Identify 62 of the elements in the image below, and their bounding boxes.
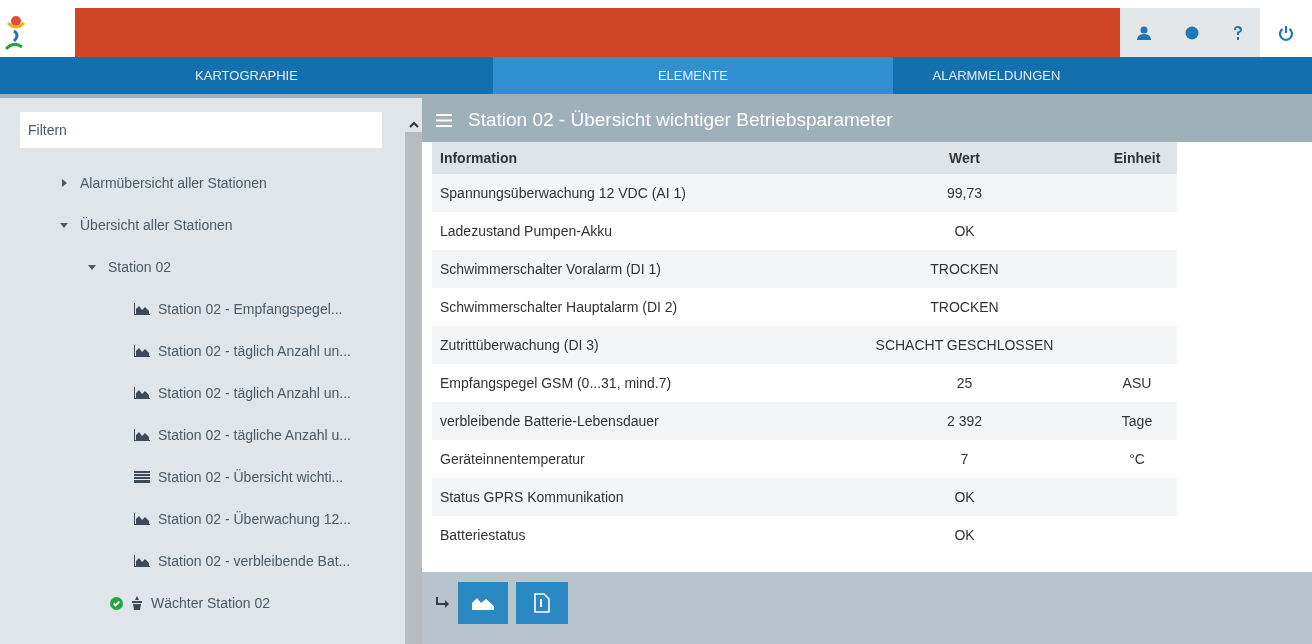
column-header: Einheit	[1097, 142, 1177, 174]
table-cell: OK	[954, 488, 975, 505]
scroll-up-icon[interactable]	[408, 120, 419, 128]
scrollbar-thumb[interactable]	[405, 132, 422, 644]
table-cell: 2 392	[946, 412, 982, 429]
area-chart-icon	[134, 387, 150, 399]
tree-item[interactable]: Station 02 - verbleibende Bat...	[158, 550, 351, 572]
table-cell: 7	[960, 450, 969, 467]
area-chart-icon	[134, 513, 150, 525]
table-cell: ASU	[1122, 374, 1152, 391]
table-cell: 99,73	[946, 184, 982, 201]
table-cell: Tage	[1121, 412, 1153, 429]
area-chart-icon	[134, 345, 150, 357]
filter-field[interactable]: Filtern	[20, 112, 382, 148]
table-cell: Zutrittüberwachung (DI 3)	[440, 336, 599, 353]
tree-item[interactable]: Station 02 - Übersicht wichti...	[158, 466, 344, 488]
table-cell: Spannungsüberwachung 12 VDC (AI 1)	[440, 184, 686, 201]
table-cell: °C	[1129, 450, 1145, 467]
area-chart-icon	[134, 303, 150, 315]
table-cell: Empfangspegel GSM (0...31, mind.7)	[440, 374, 672, 391]
table-cell: Batteriestatus	[440, 526, 526, 543]
tree-item[interactable]: Station 02 - täglich Anzahl un...	[158, 340, 351, 362]
tree-item[interactable]: Station 02	[108, 256, 172, 278]
return-arrow-icon	[436, 597, 450, 609]
table-cell: 25	[956, 374, 973, 391]
table-cell: verbleibende Batterie-Lebensdauer	[440, 412, 659, 429]
tree-item[interactable]: Station 02 - täglich Anzahl un...	[158, 382, 351, 404]
file-icon	[534, 593, 550, 613]
tree-item[interactable]: Übersicht aller Stationen	[80, 214, 233, 236]
user-icon[interactable]	[1137, 25, 1151, 40]
area-chart-icon	[134, 429, 150, 441]
logo-drawing	[4, 14, 26, 51]
tree-item[interactable]: Station 02 - Empfangspegel...	[158, 298, 343, 320]
collapse-caret-icon[interactable]	[60, 221, 68, 229]
column-header: Information	[432, 142, 832, 174]
tree-item[interactable]: Alarmübersicht aller Stationen	[80, 172, 267, 194]
table-cell: OK	[954, 222, 975, 239]
device-icon	[131, 596, 143, 610]
menu-icon[interactable]	[436, 113, 452, 127]
expand-caret-icon[interactable]	[60, 179, 68, 187]
table-cell: Geräteinnentemperatur	[440, 450, 585, 467]
table-icon	[134, 471, 150, 483]
table-cell: Schwimmerschalter Hauptalarm (DI 2)	[440, 298, 678, 315]
tree-item[interactable]: Wächter Station 02	[151, 592, 271, 614]
table-cell: OK	[954, 526, 975, 543]
table-cell: TROCKEN	[930, 298, 999, 315]
nav-tab[interactable]: ELEMENTE	[493, 57, 893, 94]
table-cell: SCHACHT GESCHLOSSEN	[875, 336, 1054, 353]
tree-item[interactable]: Station 02 - tägliche Anzahl u...	[158, 424, 351, 446]
collapse-caret-icon[interactable]	[88, 263, 96, 271]
column-header: Wert	[832, 142, 1097, 174]
tree-item[interactable]: Station 02 - Überwachung 12...	[158, 508, 351, 530]
chart-view-button[interactable]	[458, 582, 508, 624]
power-icon[interactable]	[1278, 24, 1294, 41]
table-cell: TROCKEN	[930, 260, 999, 277]
table-cell: Ladezustand Pumpen-Akku	[440, 222, 612, 239]
table-cell: Schwimmerschalter Voralarm (DI 1)	[440, 260, 661, 277]
area-chart-icon	[134, 555, 150, 567]
document-button[interactable]	[516, 582, 568, 624]
table-cell: Status GPRS Kommunikation	[440, 488, 624, 505]
panel-title: Station 02 - Übersicht wichtiger Betriebsparameter	[468, 107, 893, 132]
help-icon[interactable]	[1233, 25, 1243, 40]
